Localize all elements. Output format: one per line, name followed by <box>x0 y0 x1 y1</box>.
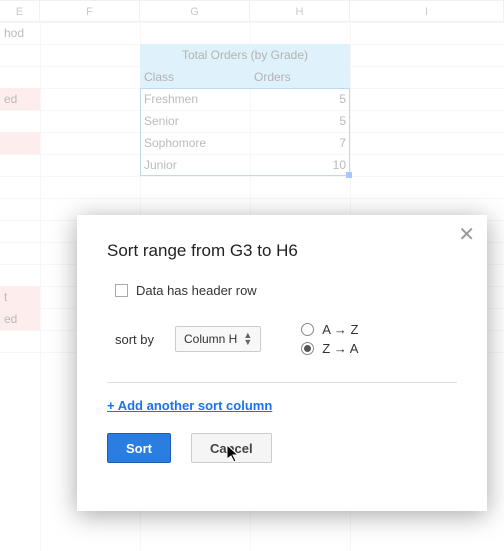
cell-E14[interactable]: ed <box>0 308 40 330</box>
add-sort-column-link[interactable]: + Add another sort column <box>107 398 272 413</box>
col-header-E[interactable]: E <box>0 0 40 22</box>
selection-handle[interactable] <box>346 172 352 178</box>
header-row-checkbox[interactable] <box>115 284 128 297</box>
selection-box <box>140 88 350 176</box>
sort-range-dialog: ✕ Sort range from G3 to H6 Data has head… <box>77 215 487 511</box>
sort-column-dropdown[interactable]: Column H ▲▼ <box>175 326 261 352</box>
radio-za[interactable] <box>301 342 314 355</box>
cell-E6[interactable] <box>0 132 40 154</box>
col-header-G[interactable]: G <box>140 0 250 22</box>
col-header-I[interactable]: I <box>350 0 504 22</box>
radio-az-label: A → Z <box>322 322 358 337</box>
radio-za-label: Z → A <box>322 341 358 356</box>
col-header-H[interactable]: H <box>250 0 350 22</box>
radio-az[interactable] <box>301 323 314 336</box>
cell-E1[interactable]: hod <box>0 22 40 44</box>
sort-button[interactable]: Sort <box>107 433 171 463</box>
cancel-button-label: Cancel <box>210 441 253 456</box>
dialog-title: Sort range from G3 to H6 <box>107 241 457 261</box>
radio-za-row[interactable]: Z → A <box>301 341 358 356</box>
radio-az-row[interactable]: A → Z <box>301 322 358 337</box>
cell-E4[interactable]: ed <box>0 88 40 110</box>
cancel-button[interactable]: Cancel <box>191 433 272 463</box>
cell-header-orders[interactable]: Orders <box>250 66 350 88</box>
divider <box>107 382 457 383</box>
cell-title[interactable]: Total Orders (by Grade) <box>140 44 350 66</box>
header-row-label: Data has header row <box>136 283 257 298</box>
sort-button-label: Sort <box>126 441 152 456</box>
close-icon[interactable]: ✕ <box>458 225 475 245</box>
cell-E13[interactable]: t <box>0 286 40 308</box>
sort-column-value: Column H <box>184 332 237 346</box>
col-header-F[interactable]: F <box>40 0 140 22</box>
header-row-checkbox-row[interactable]: Data has header row <box>115 283 457 298</box>
sort-by-label: sort by <box>115 332 175 347</box>
dropdown-arrows-icon: ▲▼ <box>243 332 252 346</box>
cell-header-class[interactable]: Class <box>140 66 250 88</box>
